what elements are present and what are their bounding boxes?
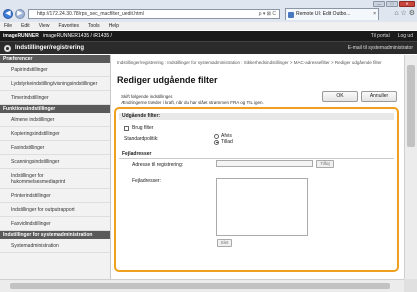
- sidebar-item[interactable]: Indstillinger for hukommelsesmediaprint: [0, 169, 110, 189]
- menu-bar: File Edit View Favorites Tools Help: [0, 22, 417, 30]
- main-content: Indstillinger/registrering : Indstilling…: [113, 55, 417, 279]
- radio-allow[interactable]: Tillad: [214, 139, 233, 145]
- address-bar-icons[interactable]: ρ ▾ ⊠ C: [259, 10, 276, 18]
- app-header: imageRUNNER imageRUNNER1435 / iR1435 / T…: [0, 31, 417, 54]
- sidebar-item[interactable]: Systemadministration: [0, 239, 110, 253]
- exception-list-label: Fejladresser:: [132, 178, 161, 184]
- gear-icon: [4, 45, 11, 52]
- minimize-button[interactable]: —: [373, 1, 385, 7]
- sidebar-item[interactable]: Lydstyrkeindstilling/visningsindstilling…: [0, 77, 110, 91]
- horizontal-scroll-thumb[interactable]: [10, 283, 390, 289]
- radio-reject-button[interactable]: [214, 133, 219, 139]
- browser-toolbar-icons[interactable]: ⌂ ☆ ⚙: [394, 9, 415, 17]
- add-button[interactable]: Tilføj: [316, 160, 334, 168]
- menu-help[interactable]: Help: [109, 22, 119, 30]
- sidebar-item[interactable]: Kopieringsindstillinger: [0, 127, 110, 141]
- vertical-scroll-thumb[interactable]: [407, 65, 415, 147]
- delete-button[interactable]: Slet: [217, 239, 232, 247]
- back-button[interactable]: ◀: [3, 9, 13, 19]
- maximize-button[interactable]: □: [386, 1, 398, 7]
- page-favicon-icon: [288, 12, 294, 18]
- page-title: Rediger udgående filter: [117, 75, 218, 85]
- radio-allow-button[interactable]: [214, 139, 219, 145]
- sidebar-item[interactable]: Scanningsindstillinger: [0, 155, 110, 169]
- forward-button[interactable]: ▶: [15, 9, 25, 19]
- menu-view[interactable]: View: [39, 22, 50, 30]
- sidebar-item[interactable]: Timerindstillinger: [0, 91, 110, 105]
- horizontal-scrollbar[interactable]: [0, 279, 404, 292]
- menu-file[interactable]: File: [4, 22, 12, 30]
- address-bar[interactable]: http://172.24.30.78/rps_sec_macfilter_ue…: [28, 9, 280, 19]
- use-filter-row[interactable]: Brug filter: [124, 125, 153, 131]
- window-controls: — □ ✕: [373, 1, 415, 7]
- address-register-input[interactable]: [216, 160, 313, 167]
- close-window-button[interactable]: ✕: [399, 1, 415, 7]
- exception-address-list[interactable]: [216, 178, 308, 236]
- restart-note: Ændringerne træder i kraft, når du har s…: [121, 100, 264, 105]
- menu-favorites[interactable]: Favorites: [58, 22, 79, 30]
- menu-edit[interactable]: Edit: [21, 22, 30, 30]
- address-text: http://172.24.30.78/rps_sec_macfilter_ue…: [37, 11, 144, 17]
- ok-button[interactable]: OK: [322, 91, 358, 102]
- header-links: Til portal Log ud: [371, 33, 413, 39]
- tab-close-icon[interactable]: ×: [373, 9, 376, 20]
- device-title: imageRUNNER imageRUNNER1435 / iR1435 /: [3, 33, 112, 39]
- settings-title: Indstillinger/registrering: [15, 45, 85, 51]
- default-policy-label: Standardpolitik:: [124, 136, 159, 142]
- menu-tools[interactable]: Tools: [88, 22, 100, 30]
- portal-link[interactable]: Til portal: [371, 33, 390, 39]
- breadcrumb: Indstillinger/registrering : Indstilling…: [117, 60, 382, 65]
- sidebar-item[interactable]: Printerindstillinger: [0, 189, 110, 203]
- sidebar-section: Præferencer: [0, 55, 110, 63]
- radio-allow-label: Tillad: [221, 139, 233, 145]
- device-name: imageRUNNER1435 / iR1435 /: [43, 33, 112, 39]
- sidebar-item[interactable]: Indstillinger for outputrapport: [0, 203, 110, 217]
- product-name: imageRUNNER: [3, 33, 39, 39]
- use-filter-label: Brug filter: [132, 125, 154, 131]
- address-register-label: Adresse til registrering:: [132, 162, 184, 168]
- settings-bar: Indstillinger/registrering E-mail til sy…: [0, 41, 417, 54]
- sidebar-item[interactable]: Papirindstillinger: [0, 63, 110, 77]
- tab-title: Remote UI: Edit Outbo...: [296, 11, 351, 17]
- sidebar-item[interactable]: Almene indstillinger: [0, 113, 110, 127]
- default-policy-radios: Afvis Tillad: [214, 133, 233, 145]
- sidebar-item[interactable]: Faxindstillinger: [0, 141, 110, 155]
- use-filter-checkbox[interactable]: [124, 125, 129, 131]
- sidebar-section: Funktionsindstillinger: [0, 105, 110, 113]
- sidebar: Præferencer Papirindstillinger Lydstyrkein…: [0, 55, 111, 279]
- sidebar-item[interactable]: Faxvidindstillinger: [0, 217, 110, 231]
- panel-title: Udgående filter:: [119, 113, 394, 120]
- navigation-bar: ◀ ▶ http://172.24.30.78/rps_sec_macfilte…: [2, 8, 415, 21]
- outbound-filter-panel: Udgående filter: Brug filter Standardpol…: [114, 107, 399, 272]
- cancel-button[interactable]: Annuller: [361, 91, 397, 102]
- mail-admin-link[interactable]: E-mail til systemadministrator: [348, 45, 413, 51]
- browser-tab[interactable]: Remote UI: Edit Outbo... ×: [285, 8, 379, 20]
- browser-chrome: — □ ✕ ◀ ▶ http://172.24.30.78/rps_sec_ma…: [0, 0, 417, 30]
- sidebar-section: Indstillinger for systemadministration: [0, 231, 110, 239]
- vertical-scrollbar[interactable]: [404, 55, 417, 279]
- filter-section-title: Fejladresser: [119, 151, 394, 159]
- scrollbar-corner: [404, 279, 417, 292]
- logout-link[interactable]: Log ud: [398, 33, 413, 39]
- hint-text: Skift følgende indstillinger.: [121, 94, 174, 99]
